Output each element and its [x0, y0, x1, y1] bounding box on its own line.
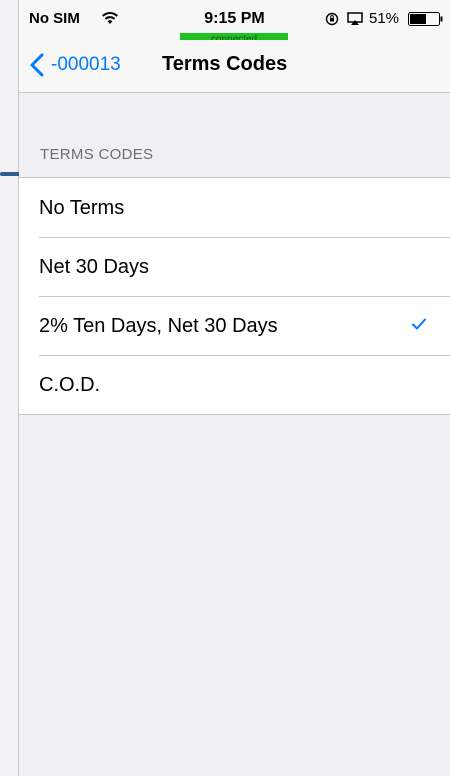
- left-gutter: [0, 0, 19, 776]
- page-title: Terms Codes: [162, 53, 288, 75]
- chevron-left-icon: [30, 53, 44, 77]
- list-item-cod[interactable]: C.O.D.: [19, 355, 450, 414]
- terms-codes-list: No Terms Net 30 Days 2% Ten Days, Net 30…: [19, 177, 450, 415]
- back-button[interactable]: -000013: [29, 50, 121, 80]
- list-item-no-terms[interactable]: No Terms: [19, 178, 450, 237]
- navigation-bar: -000013 Terms Codes: [19, 40, 450, 93]
- list-item-2pct-ten-days-net-30[interactable]: 2% Ten Days, Net 30 Days: [19, 296, 450, 355]
- status-bar: No SIM 9:15 PM connected 51%: [19, 0, 450, 46]
- list-item-label: 2% Ten Days, Net 30 Days: [39, 315, 278, 337]
- list-item-label: Net 30 Days: [39, 256, 150, 278]
- battery-icon: [408, 12, 443, 26]
- list-item-label: No Terms: [39, 197, 125, 219]
- checkmark-icon: [412, 318, 426, 330]
- phone-screen: No SIM 9:15 PM connected 51% -: [19, 0, 450, 776]
- section-header: TERMS CODES: [40, 146, 154, 163]
- rotation-lock-icon: [325, 12, 339, 26]
- list-item-label: C.O.D.: [39, 374, 101, 396]
- battery-percent: 51%: [369, 10, 400, 27]
- airplay-icon: [347, 12, 363, 25]
- back-button-label: -000013: [51, 54, 121, 75]
- list-item-net-30-days[interactable]: Net 30 Days: [19, 237, 450, 296]
